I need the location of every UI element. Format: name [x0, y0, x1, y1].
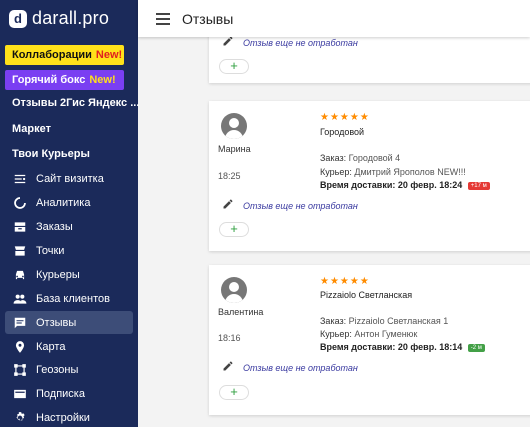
avatar [221, 277, 247, 303]
courier-line: Курьер: Дмитрий Ярополов NEW!!! [320, 167, 466, 177]
analytics-icon [13, 196, 27, 210]
reviews-list[interactable]: Отзыв еще не отработан + Марина 18:25 ★★… [138, 37, 530, 427]
review-card: Марина 18:25 ★★★★★ Городовой Заказ: Горо… [209, 101, 530, 251]
site-icon [13, 172, 27, 186]
order-line: Заказ: Городовой 4 [320, 153, 400, 163]
pencil-icon[interactable] [222, 37, 234, 52]
courier-label: Курьер: [320, 329, 352, 339]
sidebar-item-label: Курьеры [36, 268, 80, 281]
delivery-line: Время доставки: 20 февр. 18:24 +17 м [320, 180, 490, 190]
review-status-row[interactable]: Отзыв еще не отработан [222, 359, 358, 377]
delay-badge: +17 м [467, 181, 490, 190]
collaborations-button[interactable]: Коллаборации New! [5, 45, 124, 65]
sidebar-item-clients[interactable]: База клиентов [5, 287, 133, 310]
add-button[interactable]: + [219, 385, 249, 400]
sidebar-item-2gis-reviews[interactable]: Отзывы 2Гис Яндекс ... [12, 97, 139, 109]
review-time: 18:16 [218, 333, 241, 343]
hot-box-label: Горячий бокс [12, 74, 86, 86]
pencil-icon[interactable] [222, 359, 234, 377]
order-label: Заказ: [320, 153, 347, 163]
clients-icon [13, 292, 27, 306]
sidebar-item-orders[interactable]: Заказы [5, 215, 133, 238]
sidebar-item-label: Геозоны [36, 363, 79, 376]
review-status-text: Отзыв еще не отработан [243, 363, 358, 373]
sidebar-item-settings[interactable]: Настройки [5, 406, 133, 427]
courier-label: Курьер: [320, 167, 352, 177]
review-status-text: Отзыв еще не отработан [243, 38, 358, 48]
review-status-row[interactable]: Отзыв еще не отработан [222, 37, 358, 52]
collaborations-label: Коллаборации [12, 49, 92, 61]
sidebar: d darall.pro Коллаборации New! Горячий б… [0, 0, 139, 427]
sidebar-item-label: Настройки [36, 411, 90, 424]
courier-icon [13, 268, 27, 282]
order-value: Pizzaiolo Светланская 1 [348, 316, 449, 326]
map-icon [13, 340, 27, 354]
brand-name: darall.pro [32, 8, 110, 28]
rating-stars: ★★★★★ [320, 276, 370, 287]
new-badge: New! [89, 74, 116, 86]
courier-value: Антон Гуменюк [354, 329, 418, 339]
delivery-value: 20 февр. 18:14 [397, 342, 463, 352]
courier-value: Дмитрий Ярополов NEW!!! [354, 167, 466, 177]
sidebar-item-couriers[interactable]: Курьеры [5, 263, 133, 286]
sidebar-item-subscription[interactable]: Подписка [5, 382, 133, 405]
sidebar-item-analytics[interactable]: Аналитика [5, 191, 133, 214]
logo-mark-icon: d [9, 9, 27, 28]
review-status-text: Отзыв еще не отработан [243, 201, 358, 211]
sidebar-item-couriers-section[interactable]: Твои Курьеры [12, 148, 90, 160]
orders-icon [13, 220, 27, 234]
order-value: Городовой 4 [348, 153, 401, 163]
sidebar-item-label: Заказы [36, 220, 73, 233]
avatar [221, 113, 247, 139]
page-title: Отзывы [182, 10, 234, 27]
sidebar-item-site[interactable]: Сайт визитка [5, 167, 133, 190]
review-time: 18:25 [218, 171, 241, 181]
sidebar-item-geozones[interactable]: Геозоны [5, 358, 133, 381]
sidebar-item-points[interactable]: Точки [5, 239, 133, 262]
sidebar-item-label: Аналитика [36, 196, 91, 209]
sidebar-item-map[interactable]: Карта [5, 335, 133, 358]
sidebar-item-label: Карта [36, 340, 66, 353]
new-badge: New! [95, 49, 123, 61]
customer-name: Валентина [218, 307, 264, 317]
sidebar-item-label: База клиентов [36, 292, 110, 305]
subscription-icon [13, 387, 27, 401]
brand-logo[interactable]: d darall.pro [9, 8, 109, 29]
restaurant-name: Pizzaiolo Светланская [320, 290, 413, 300]
sidebar-item-label: Сайт визитка [36, 172, 104, 185]
sidebar-item-market[interactable]: Маркет [12, 123, 51, 135]
sidebar-item-label: Подписка [36, 387, 85, 400]
add-button[interactable]: + [219, 222, 249, 237]
hamburger-menu-icon[interactable] [156, 12, 170, 25]
courier-line: Курьер: Антон Гуменюк [320, 329, 417, 339]
reviews-icon [13, 316, 27, 330]
delivery-label: Время доставки: [320, 342, 396, 352]
delivery-line: Время доставки: 20 февр. 18:14 -2 м [320, 342, 485, 352]
hot-box-button[interactable]: Горячий бокс New! [5, 70, 124, 90]
sidebar-item-label: Отзывы [36, 316, 77, 329]
add-button[interactable]: + [219, 59, 249, 74]
delivery-value: 20 февр. 18:24 [397, 180, 463, 190]
review-card: Валентина 18:16 ★★★★★ Pizzaiolo Светланс… [209, 265, 530, 415]
geozone-icon [13, 363, 27, 377]
delivery-label: Время доставки: [320, 180, 396, 190]
sidebar-item-label: Точки [36, 244, 65, 257]
pencil-icon[interactable] [222, 197, 234, 215]
order-label: Заказ: [320, 316, 347, 326]
review-card: Отзыв еще не отработан + [209, 37, 530, 83]
sidebar-item-reviews[interactable]: Отзывы [5, 311, 133, 334]
review-status-row[interactable]: Отзыв еще не отработан [222, 197, 358, 215]
settings-icon [13, 411, 27, 425]
top-bar: Отзывы [138, 0, 530, 37]
restaurant-name: Городовой [320, 127, 365, 137]
delay-badge: -2 м [467, 343, 485, 352]
customer-name: Марина [218, 144, 251, 154]
rating-stars: ★★★★★ [320, 112, 370, 123]
location-icon [13, 244, 27, 258]
order-line: Заказ: Pizzaiolo Светланская 1 [320, 316, 448, 326]
